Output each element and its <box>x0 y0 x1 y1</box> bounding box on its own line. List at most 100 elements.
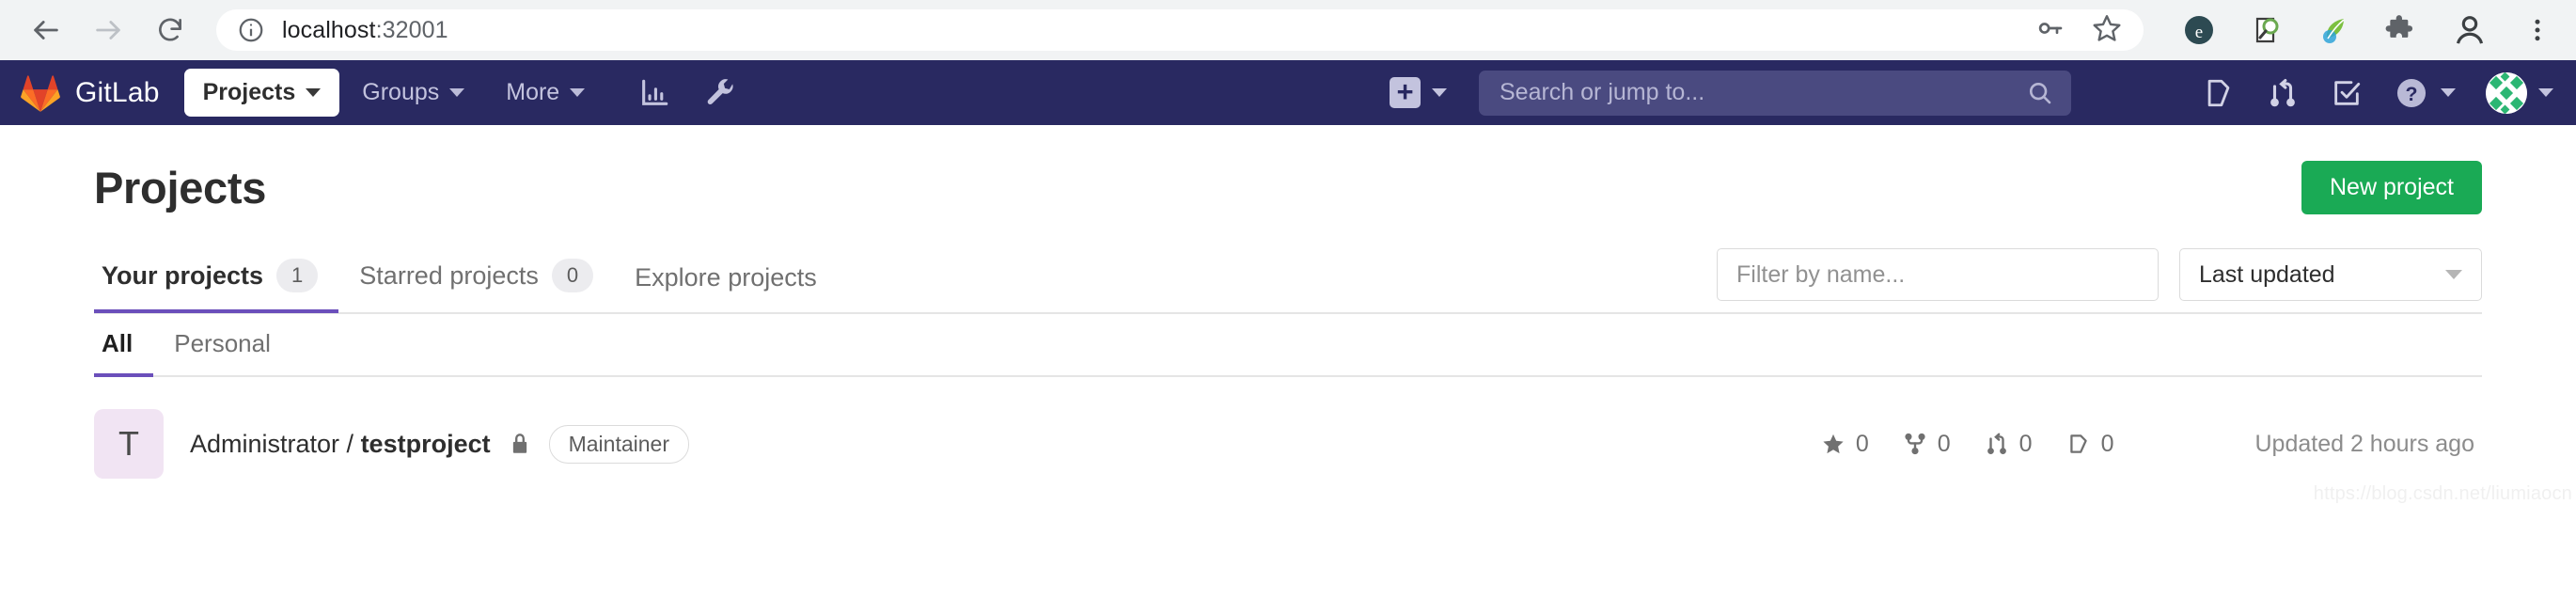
nav-item-groups[interactable]: Groups <box>343 69 483 117</box>
page-title: Projects <box>94 162 266 213</box>
project-role-badge: Maintainer <box>549 425 689 464</box>
stat-stars[interactable]: 0 <box>1821 431 1869 458</box>
tab-explore-projects[interactable]: Explore projects <box>614 254 838 311</box>
star-icon <box>1821 432 1846 456</box>
chevron-down-icon <box>2538 88 2553 97</box>
browser-extensions-area: e <box>2153 8 2559 52</box>
sort-order-select[interactable]: Last updated <box>2179 248 2482 301</box>
browser-forward-button[interactable] <box>79 1 137 59</box>
filter-by-name-placeholder: Filter by name... <box>1736 261 1905 289</box>
gitlab-nav-icon-group <box>637 76 737 110</box>
user-profile-icon[interactable] <box>2448 8 2491 52</box>
stat-issues-value: 0 <box>2101 431 2114 458</box>
stat-stars-value: 0 <box>1856 431 1869 458</box>
address-bar-url: localhost:32001 <box>282 17 448 44</box>
tab-your-projects[interactable]: Your projects 1 <box>94 249 338 311</box>
site-info-icon[interactable] <box>237 16 265 44</box>
stat-issues[interactable]: 0 <box>2066 431 2114 458</box>
filter-by-name-input[interactable]: Filter by name... <box>1717 248 2159 301</box>
browser-back-button[interactable] <box>17 1 75 59</box>
project-identity: Administrator / testproject Maintainer <box>190 425 689 464</box>
global-search-placeholder: Search or jump to... <box>1500 79 1704 106</box>
chevron-down-icon <box>1432 88 1447 97</box>
back-arrow-icon <box>30 14 62 46</box>
browser-toolbar: localhost:32001 e <box>0 0 2576 60</box>
issues-icon <box>2066 432 2091 456</box>
three-dot-menu-icon[interactable] <box>2516 8 2559 52</box>
chevron-down-icon <box>2445 270 2462 279</box>
nav-item-groups-label: Groups <box>362 79 439 106</box>
search-icon[interactable] <box>2026 79 2054 107</box>
stat-forks-value: 0 <box>1938 431 1951 458</box>
chevron-down-icon <box>449 88 464 97</box>
leaf-extension-icon[interactable] <box>2313 8 2356 52</box>
evernote-extension-icon[interactable]: e <box>2177 8 2221 52</box>
help-dropdown[interactable]: ? <box>2394 75 2456 111</box>
stat-merge-requests[interactable]: 0 <box>1985 431 2033 458</box>
forward-arrow-icon <box>92 14 124 46</box>
fork-icon <box>1903 432 1927 456</box>
stat-merge-requests-value: 0 <box>2019 431 2033 458</box>
gitlab-navbar: GitLab Projects Groups More + <box>0 60 2576 125</box>
project-name-link[interactable]: Administrator / testproject <box>190 430 491 459</box>
svg-text:?: ? <box>2405 82 2417 104</box>
merge-requests-icon[interactable] <box>2266 76 2300 110</box>
projects-page: Projects New project Your projects 1 Sta… <box>0 125 2576 511</box>
gitlab-right-icon-group: ? <box>2202 72 2553 114</box>
project-title: testproject <box>361 430 491 458</box>
create-new-dropdown[interactable]: + <box>1390 77 1447 108</box>
star-bookmark-icon[interactable] <box>2091 12 2123 49</box>
project-list-item[interactable]: T Administrator / testproject Maintainer… <box>94 377 2482 511</box>
nav-item-more[interactable]: More <box>487 69 604 117</box>
tab-starred-projects-label: Starred projects <box>359 261 539 291</box>
projects-tabs: Your projects 1 Starred projects 0 Explo… <box>94 249 838 311</box>
admin-wrench-icon[interactable] <box>703 76 737 110</box>
stat-forks[interactable]: 0 <box>1903 431 1951 458</box>
puzzle-extensions-icon[interactable] <box>2380 8 2424 52</box>
chevron-down-icon <box>2441 88 2456 97</box>
plus-icon: + <box>1390 77 1421 108</box>
analytics-chart-icon[interactable] <box>637 76 671 110</box>
tab-your-projects-count: 1 <box>276 259 318 292</box>
projects-subtabs: All Personal <box>94 314 2482 377</box>
subtab-personal[interactable]: Personal <box>153 314 291 375</box>
address-bar[interactable]: localhost:32001 <box>216 9 2144 51</box>
subtab-all[interactable]: All <box>94 314 153 375</box>
svg-text:e: e <box>2195 23 2203 42</box>
nav-item-more-label: More <box>506 79 559 106</box>
password-key-icon[interactable] <box>2034 13 2065 48</box>
gitlab-tanuki-logo <box>21 73 60 113</box>
merge-request-icon <box>1985 432 2009 456</box>
project-namespace: Administrator / <box>190 430 361 458</box>
lock-icon <box>508 432 532 456</box>
help-question-icon: ? <box>2394 75 2429 111</box>
new-project-button[interactable]: New project <box>2301 161 2482 214</box>
nav-item-projects[interactable]: Projects <box>184 69 340 117</box>
project-updated-time: Updated 2 hours ago <box>2254 431 2474 458</box>
sort-order-value: Last updated <box>2199 261 2335 289</box>
nav-item-projects-label: Projects <box>203 79 296 106</box>
tab-starred-projects-count: 0 <box>552 259 593 292</box>
user-menu[interactable] <box>2486 72 2553 114</box>
projects-filter-controls: Filter by name... Last updated <box>1717 248 2482 312</box>
tab-explore-projects-label: Explore projects <box>635 263 817 292</box>
global-search-input[interactable]: Search or jump to... <box>1479 71 2071 116</box>
projects-tabs-row: Your projects 1 Starred projects 0 Explo… <box>94 248 2482 314</box>
magnifier-extension-icon[interactable] <box>2245 8 2288 52</box>
tab-your-projects-label: Your projects <box>102 261 263 291</box>
watermark-text: https://blog.csdn.net/liumiaocn <box>2314 483 2572 505</box>
chevron-down-icon <box>306 88 321 97</box>
todos-icon[interactable] <box>2330 76 2364 110</box>
gitlab-primary-nav: Projects Groups More <box>184 69 605 117</box>
user-avatar-identicon <box>2486 72 2527 114</box>
gitlab-center-group: + Search or jump to... <box>1390 71 2071 116</box>
gitlab-brand-name: GitLab <box>75 77 160 109</box>
chevron-down-icon <box>570 88 585 97</box>
project-avatar: T <box>94 409 164 479</box>
gitlab-home-link[interactable]: GitLab <box>21 73 160 113</box>
project-stats: 0 0 0 0 Upda <box>1821 431 2474 458</box>
page-header: Projects New project <box>94 125 2482 214</box>
tab-starred-projects[interactable]: Starred projects 0 <box>338 249 614 311</box>
browser-reload-button[interactable] <box>141 1 199 59</box>
issues-icon[interactable] <box>2202 76 2236 110</box>
